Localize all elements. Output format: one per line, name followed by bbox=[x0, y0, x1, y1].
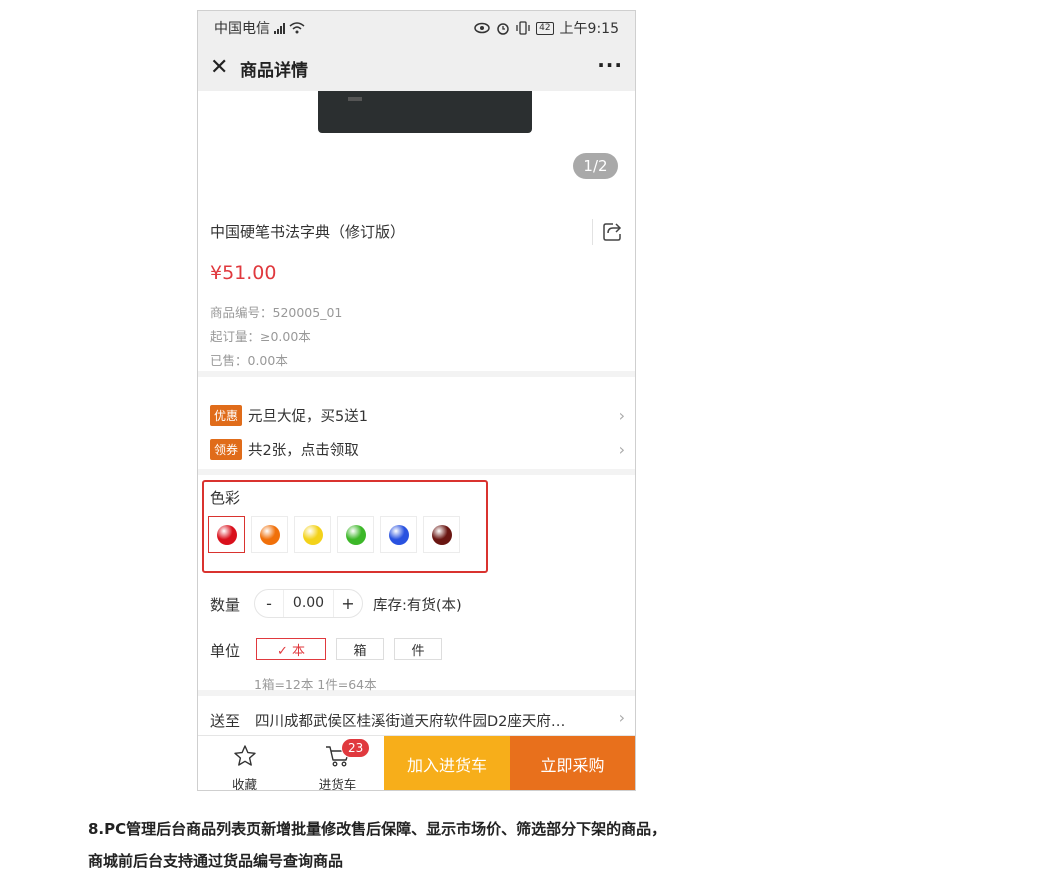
unit-option-ben[interactable]: ✓ 本 bbox=[256, 638, 326, 660]
bottom-bar: 收藏 23 进货车 加入进货车 立即采购 bbox=[198, 735, 635, 791]
color-label: 色彩 bbox=[210, 489, 241, 507]
cart-label: 进货车 bbox=[318, 777, 357, 791]
share-icon[interactable] bbox=[601, 221, 623, 243]
quantity-label: 数量 bbox=[210, 596, 241, 614]
status-bar: 中国电信 42 上午9:15 bbox=[198, 11, 635, 45]
promo-discount[interactable]: 优惠 元旦大促，买5送1 › bbox=[210, 404, 625, 426]
close-icon[interactable]: ✕ bbox=[210, 57, 236, 79]
phone-screenshot: 中国电信 42 上午9:15 ✕ 商品详情 ··· 1/2 中国硬笔书法字典（修… bbox=[197, 10, 636, 791]
vibrate-icon bbox=[516, 21, 530, 35]
product-info: 中国硬笔书法字典（修订版） ¥51.00 商品编号：520005_01 起订量：… bbox=[198, 201, 635, 371]
eye-icon bbox=[474, 22, 490, 34]
chevron-right-icon: › bbox=[618, 708, 625, 727]
carrier-name: 中国电信 bbox=[214, 21, 270, 37]
product-sku: 商品编号：520005_01 bbox=[210, 305, 343, 320]
alarm-icon bbox=[497, 23, 509, 35]
color-swatch[interactable] bbox=[294, 516, 331, 553]
unit-option-jian[interactable]: 件 bbox=[394, 638, 442, 660]
color-ball bbox=[259, 524, 280, 545]
signal-icon bbox=[274, 22, 285, 34]
favorite-label: 收藏 bbox=[231, 777, 257, 791]
product-name: 中国硬笔书法字典（修订版） bbox=[210, 223, 406, 241]
color-ball bbox=[302, 524, 323, 545]
sold-count: 已售：0.00本 bbox=[210, 353, 288, 368]
unit-conversion: 1箱=12本 1件=64本 bbox=[254, 677, 377, 692]
divider bbox=[592, 219, 593, 245]
color-swatch[interactable] bbox=[380, 516, 417, 553]
buy-now-button[interactable]: 立即采购 bbox=[510, 736, 635, 790]
decrement-button[interactable]: - bbox=[255, 594, 283, 613]
add-to-cart-button[interactable]: 加入进货车 bbox=[384, 736, 510, 790]
shipping-label: 送至 bbox=[210, 712, 241, 730]
color-swatch[interactable] bbox=[423, 516, 460, 553]
stock-status: 库存:有货(本) bbox=[373, 598, 462, 614]
page-title: 商品详情 bbox=[240, 60, 308, 81]
unit-options: ✓ 本 箱 件 bbox=[256, 638, 442, 660]
nav-bar: ✕ 商品详情 ··· bbox=[198, 45, 635, 91]
cart-button[interactable]: 23 进货车 bbox=[291, 736, 384, 791]
cart-count-badge: 23 bbox=[341, 738, 371, 758]
wifi-icon bbox=[289, 22, 305, 34]
color-ball bbox=[388, 524, 409, 545]
battery-icon: 42 bbox=[536, 21, 554, 35]
chevron-right-icon: › bbox=[618, 439, 625, 459]
quantity-stepper: - 0.00 + bbox=[254, 589, 363, 618]
status-right: 42 上午9:15 bbox=[474, 18, 619, 38]
color-swatch[interactable] bbox=[251, 516, 288, 553]
unit-label: 单位 bbox=[210, 642, 241, 660]
product-gallery[interactable]: 1/2 bbox=[198, 91, 635, 201]
product-image bbox=[318, 91, 532, 133]
promo-tag: 优惠 bbox=[210, 404, 243, 426]
chevron-right-icon: › bbox=[618, 405, 625, 425]
coupon-tag: 领券 bbox=[210, 438, 243, 460]
color-swatch[interactable] bbox=[337, 516, 374, 553]
increment-button[interactable]: + bbox=[334, 594, 362, 613]
min-order: 起订量：≥0.00本 bbox=[210, 329, 311, 344]
promo-text: 元旦大促，买5送1 bbox=[248, 408, 368, 425]
color-swatch[interactable] bbox=[208, 516, 245, 553]
coupon-text: 共2张，点击领取 bbox=[248, 442, 359, 459]
spec-selector: 色彩 数量 - 0.00 + 库存:有货(本) 单位 ✓ 本 箱 件 1箱=12… bbox=[198, 475, 635, 692]
shipping-row[interactable]: 送至 四川成都武侯区桂溪街道天府软件园D2座天府… › bbox=[198, 696, 635, 736]
color-ball bbox=[431, 524, 452, 545]
clock: 上午9:15 bbox=[559, 21, 619, 37]
star-icon bbox=[233, 745, 256, 766]
product-price: ¥51.00 bbox=[210, 262, 277, 284]
color-ball bbox=[216, 524, 237, 545]
caption-line-1: 8.PC管理后台商品列表页新增批量修改售后保障、显示市场价、筛选部分下架的商品， bbox=[88, 820, 667, 838]
carrier: 中国电信 bbox=[214, 18, 305, 38]
promotions: 优惠 元旦大促，买5送1 › 领券 共2张，点击领取 › bbox=[198, 377, 635, 469]
promo-coupon[interactable]: 领券 共2张，点击领取 › bbox=[210, 438, 625, 460]
unit-option-xiang[interactable]: 箱 bbox=[336, 638, 384, 660]
color-swatches bbox=[208, 516, 460, 553]
shipping-address: 四川成都武侯区桂溪街道天府软件园D2座天府… bbox=[255, 714, 566, 730]
favorite-button[interactable]: 收藏 bbox=[198, 736, 291, 791]
more-icon[interactable]: ··· bbox=[597, 53, 623, 77]
color-ball bbox=[345, 524, 366, 545]
caption-line-2: 商城前后台支持通过货品编号查询商品 bbox=[88, 852, 344, 870]
gallery-counter: 1/2 bbox=[573, 153, 618, 179]
quantity-input[interactable]: 0.00 bbox=[283, 590, 334, 617]
